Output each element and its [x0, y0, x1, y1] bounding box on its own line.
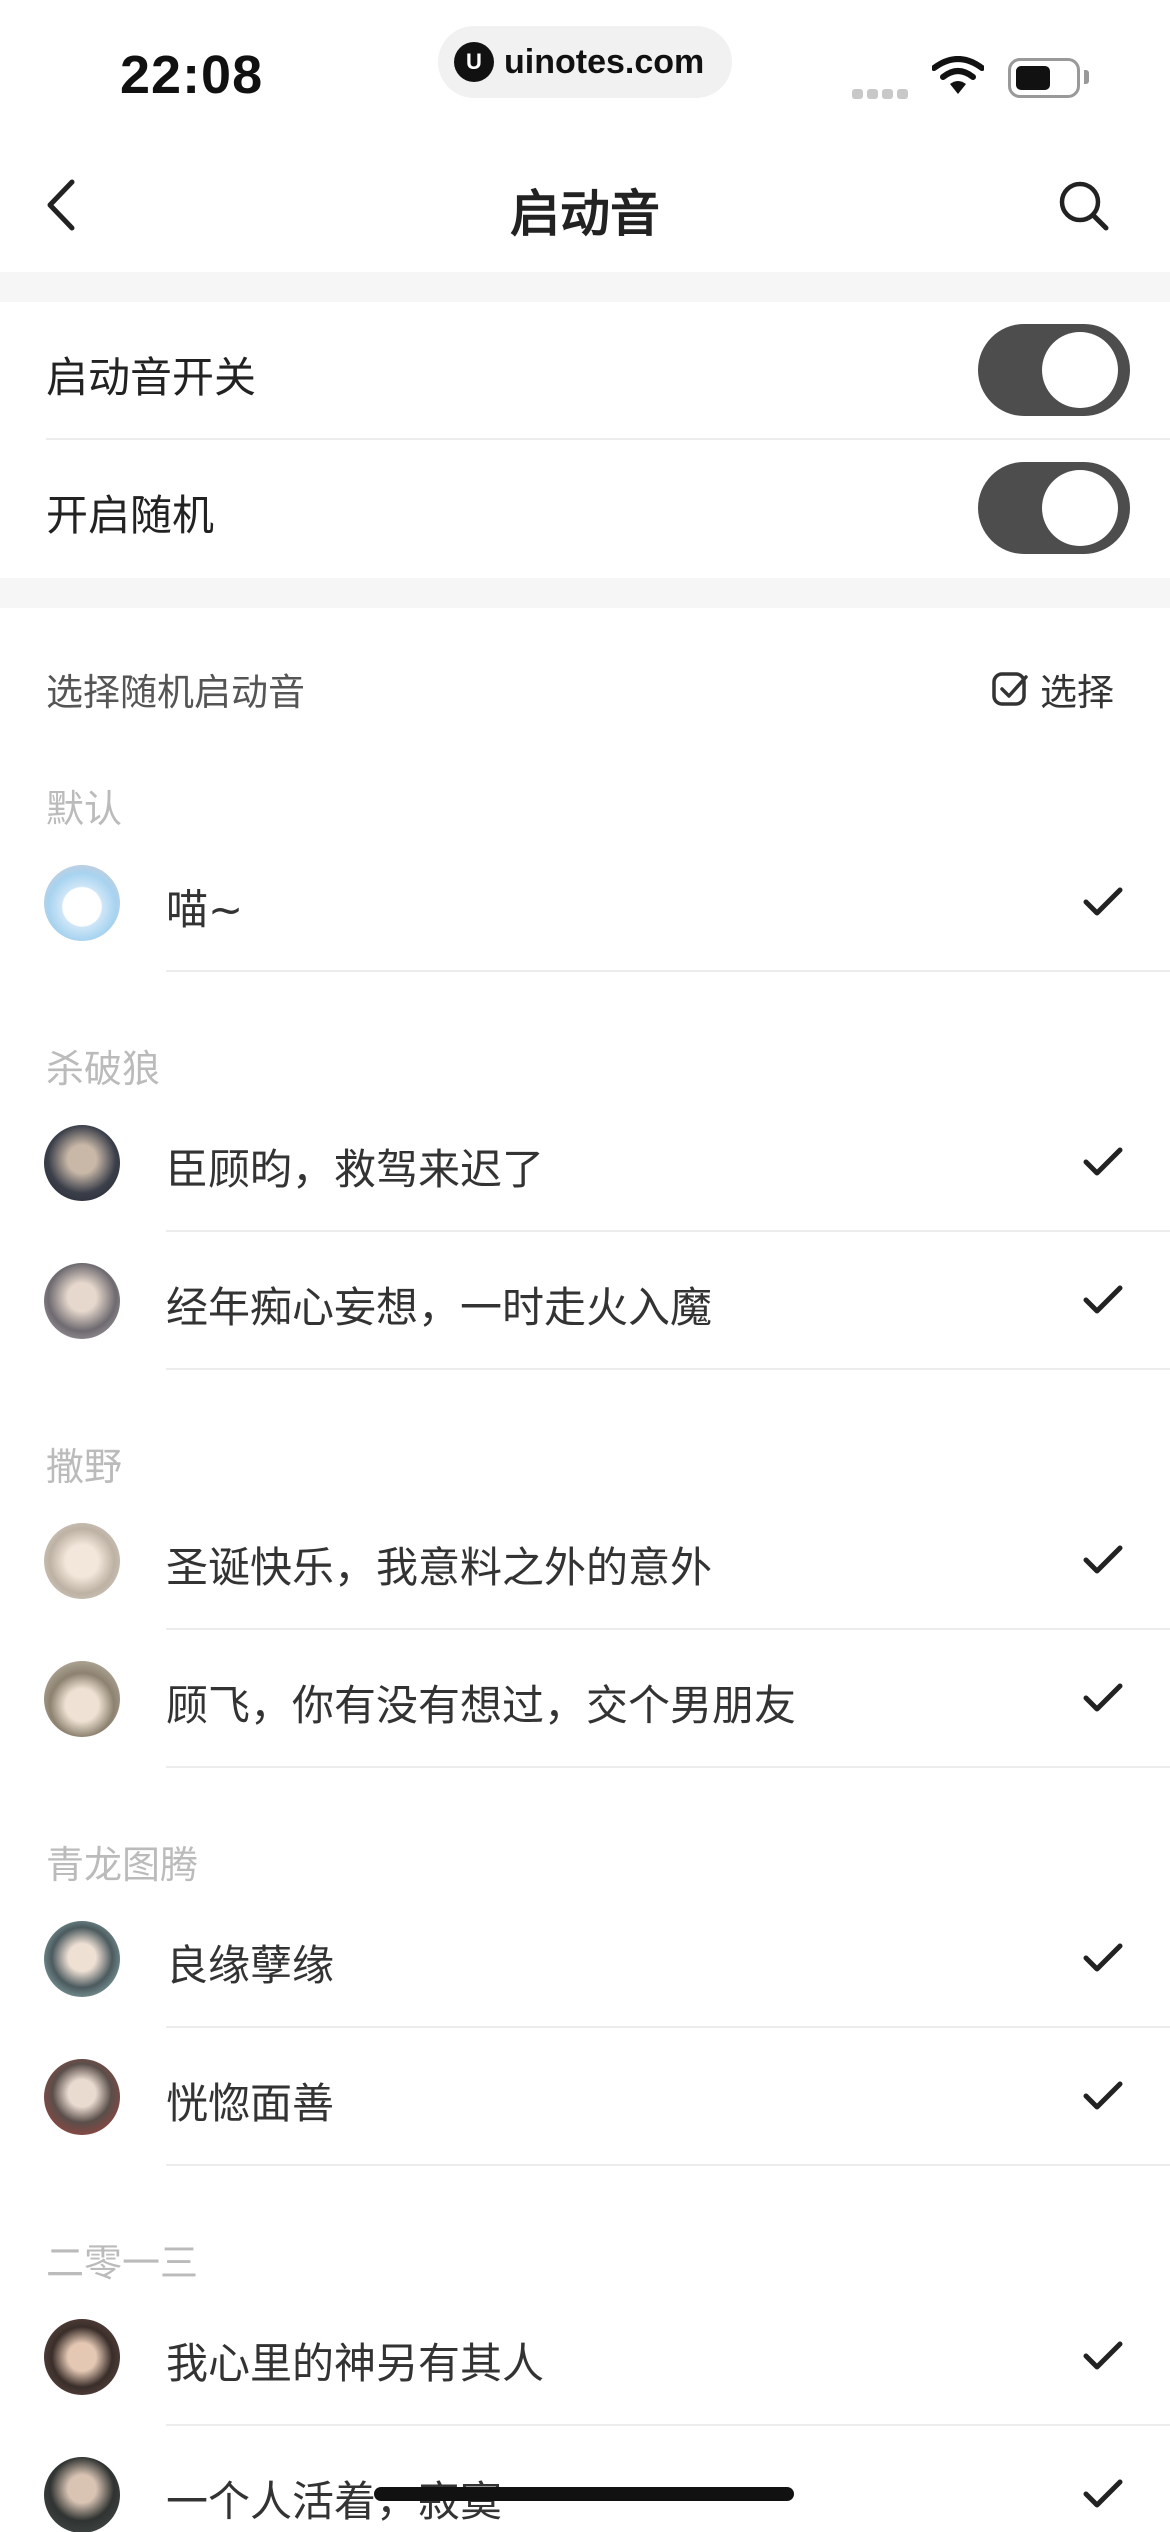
- checkbox-check-icon: [992, 672, 1028, 706]
- group-title: 默认: [46, 787, 123, 831]
- sound-item[interactable]: 臣顾昀，救驾来迟了: [0, 1094, 1170, 1232]
- wifi-icon: [932, 56, 984, 94]
- check-icon: [1083, 2341, 1123, 2370]
- avatar: [44, 2457, 120, 2532]
- sound-item-label: 恍惚面善: [166, 2079, 335, 2128]
- site-logo-icon: U: [454, 42, 494, 82]
- group-title: 杀破狼: [46, 1047, 161, 1091]
- status-time: 22:08: [120, 45, 264, 105]
- battery-tip: [1084, 70, 1089, 84]
- avatar: [44, 1921, 120, 1997]
- check-icon: [1083, 1285, 1123, 1314]
- random-switch[interactable]: [978, 462, 1130, 554]
- section-gap: [0, 272, 1170, 302]
- check-icon: [1083, 1683, 1123, 1712]
- nav-bar: 启动音: [0, 140, 1170, 272]
- select-random-label: 选择随机启动音: [46, 671, 305, 714]
- sound-item[interactable]: 圣诞快乐，我意料之外的意外: [0, 1492, 1170, 1630]
- divider: [166, 1766, 1170, 1768]
- sound-item[interactable]: 经年痴心妄想，一时走火入魔: [0, 1232, 1170, 1370]
- select-button[interactable]: 选择: [990, 662, 1114, 716]
- divider: [166, 970, 1170, 972]
- avatar: [44, 2059, 120, 2135]
- toggle-row-startup-sound: 启动音开关: [0, 302, 1170, 440]
- group-title: 二零一三: [46, 2241, 199, 2285]
- sound-item-label: 臣顾昀，救驾来迟了: [166, 1145, 545, 1194]
- sound-item-label: 顾飞，你有没有想过，交个男朋友: [166, 1681, 797, 1730]
- url-text: uinotes.com: [504, 42, 705, 81]
- sound-item[interactable]: 顾飞，你有没有想过，交个男朋友: [0, 1630, 1170, 1768]
- toggle-label: 启动音开关: [46, 353, 257, 402]
- cellular-signal-icon: [852, 84, 914, 99]
- toggle-row-random: 开启随机: [0, 440, 1170, 578]
- sound-item-label: 经年痴心妄想，一时走火入魔: [166, 1283, 713, 1332]
- sound-item[interactable]: 恍惚面善: [0, 2028, 1170, 2166]
- avatar: [44, 1661, 120, 1737]
- select-header: 选择随机启动音 选择: [0, 640, 1170, 740]
- sound-item-label: 我心里的神另有其人: [166, 2339, 545, 2388]
- sound-item-label: 圣诞快乐，我意料之外的意外: [166, 1543, 713, 1592]
- url-pill[interactable]: U uinotes.com: [438, 26, 732, 98]
- startup-sound-switch[interactable]: [978, 324, 1130, 416]
- avatar: [44, 1263, 120, 1339]
- divider: [166, 1368, 1170, 1370]
- sound-item[interactable]: 良缘孽缘: [0, 1890, 1170, 2028]
- sound-item-label: 良缘孽缘: [166, 1941, 335, 1990]
- check-icon: [1083, 1943, 1123, 1972]
- check-icon: [1083, 887, 1123, 916]
- avatar: [44, 865, 120, 941]
- avatar: [44, 1523, 120, 1599]
- home-indicator[interactable]: [374, 2487, 794, 2501]
- avatar: [44, 2319, 120, 2395]
- avatar: [44, 1125, 120, 1201]
- sound-item[interactable]: 喵~: [0, 834, 1170, 972]
- sound-item-label: 喵~: [166, 885, 244, 934]
- battery-icon: [1008, 58, 1080, 98]
- search-icon[interactable]: [1054, 176, 1114, 236]
- check-icon: [1083, 2081, 1123, 2110]
- divider: [166, 2164, 1170, 2166]
- page-title: 启动音: [510, 185, 660, 243]
- group-title: 青龙图腾: [46, 1843, 199, 1887]
- check-icon: [1083, 2479, 1123, 2508]
- select-button-label: 选择: [1040, 671, 1114, 714]
- sound-item[interactable]: 一个人活着，寂寞: [0, 2426, 1170, 2532]
- toggle-label: 开启随机: [46, 491, 215, 540]
- section-gap: [0, 578, 1170, 608]
- status-bar: 22:08 U uinotes.com: [0, 0, 1170, 130]
- check-icon: [1083, 1147, 1123, 1176]
- check-icon: [1083, 1545, 1123, 1574]
- sound-item[interactable]: 我心里的神另有其人: [0, 2288, 1170, 2426]
- group-title: 撒野: [46, 1445, 123, 1489]
